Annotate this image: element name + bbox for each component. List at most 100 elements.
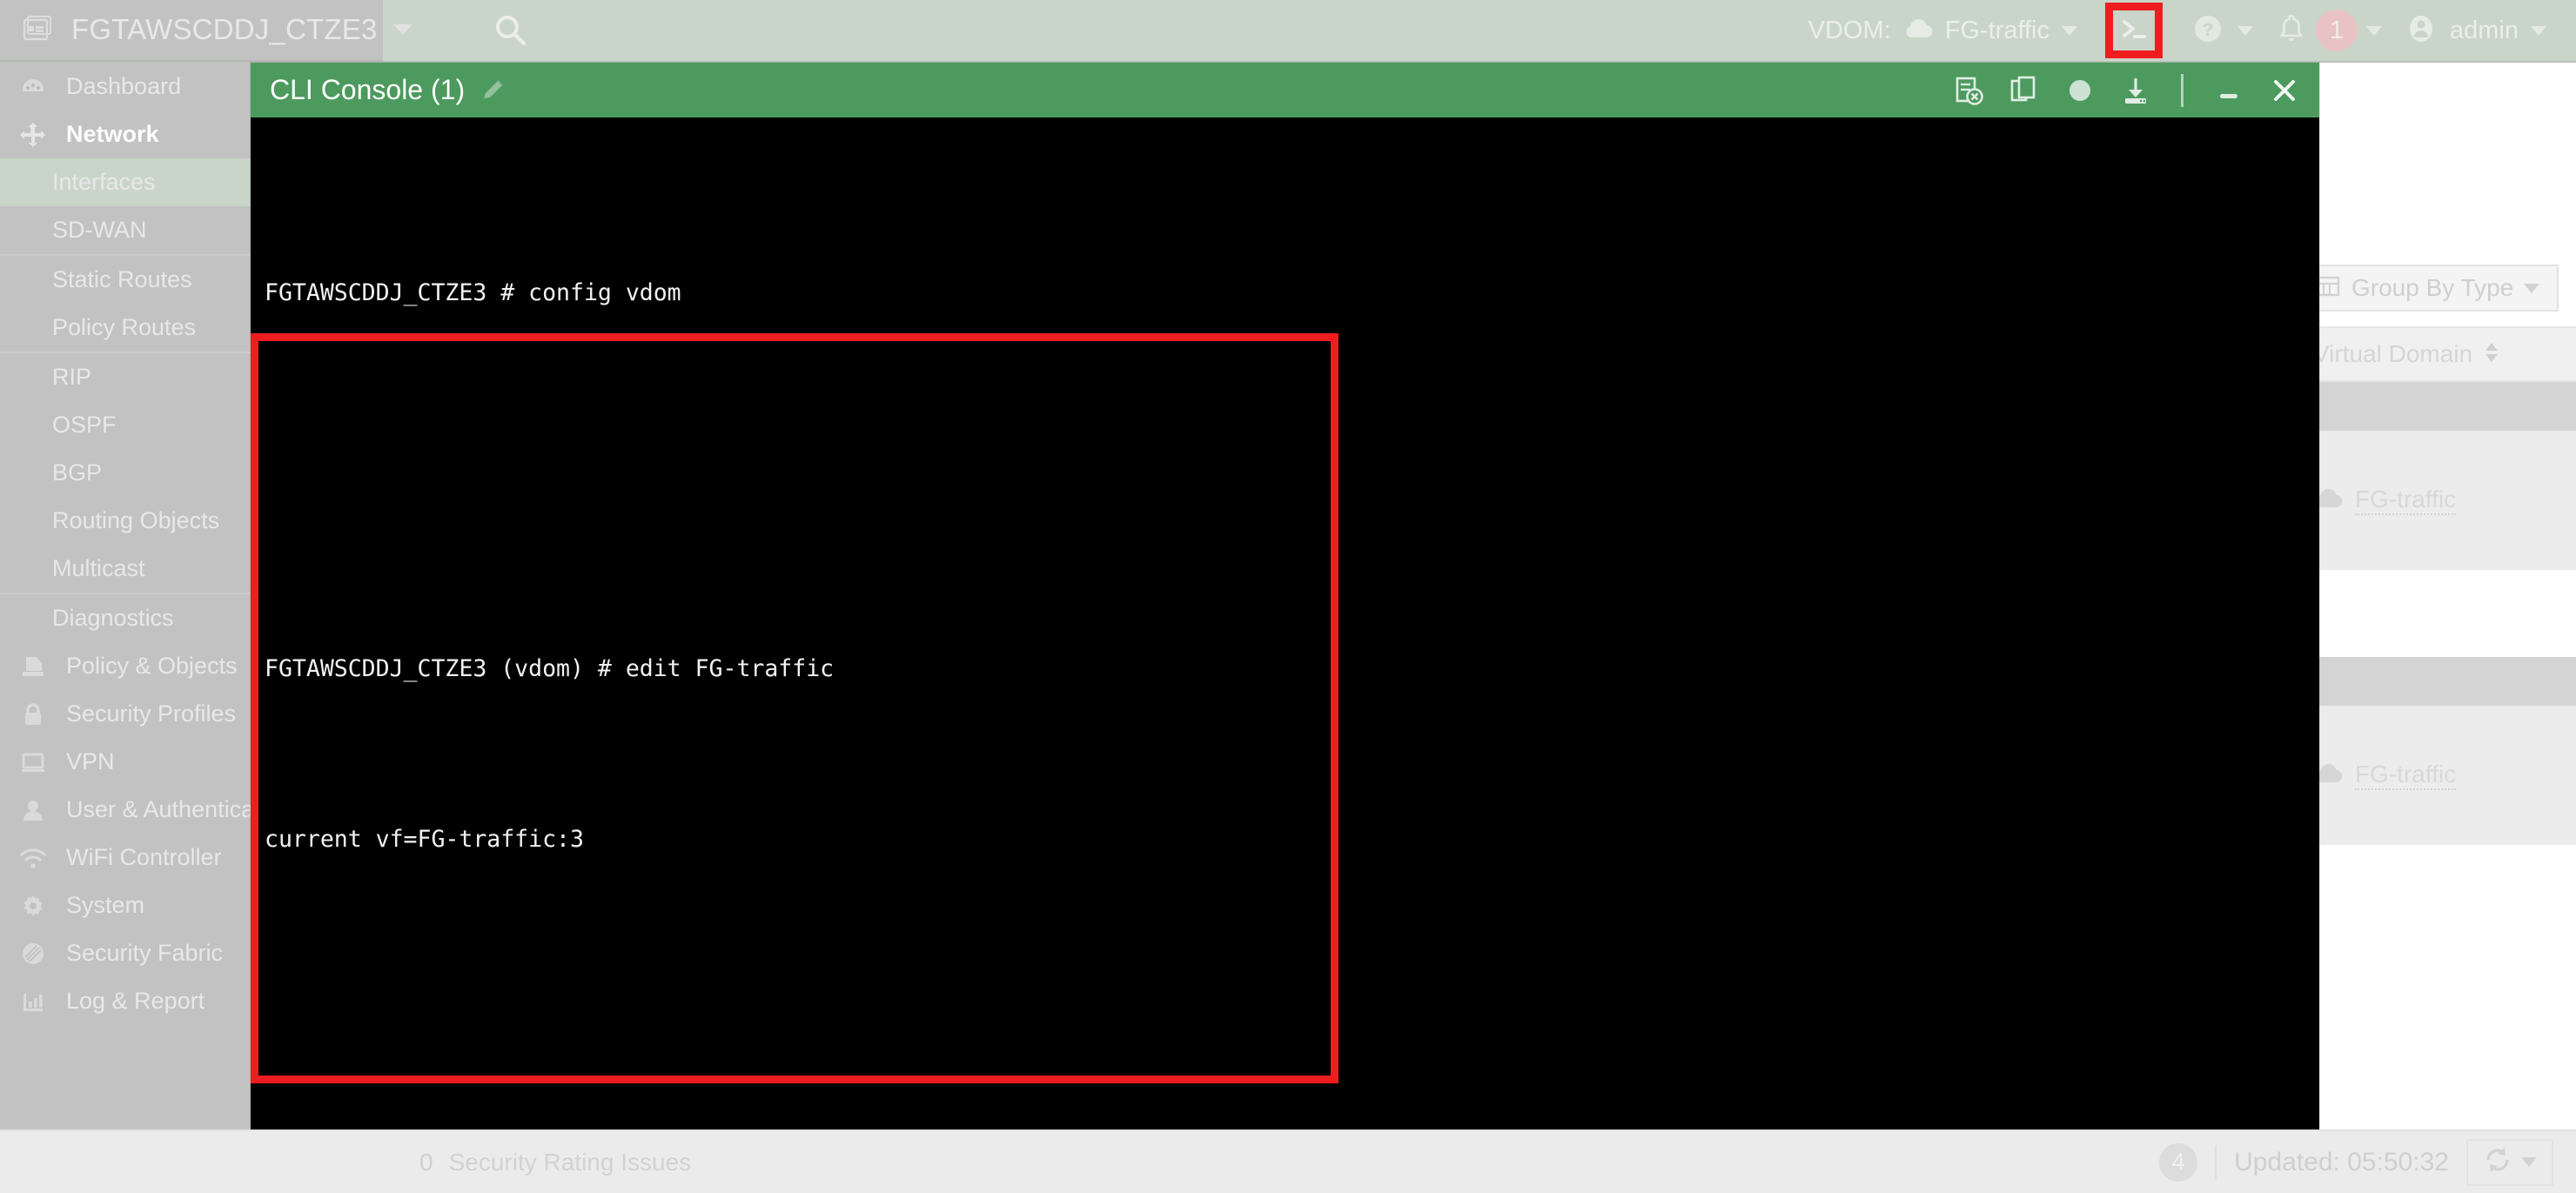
security-rating-status[interactable]: 0 Security Rating Issues xyxy=(393,1149,691,1176)
cli-console-header: CLI Console (1) xyxy=(251,63,2319,117)
cli-console-panel: CLI Console (1) FGTAWSCDDJ_CTZE3 # confi… xyxy=(251,63,2319,1129)
minimize-icon[interactable] xyxy=(2213,75,2244,106)
sidebar-item-multicast[interactable]: Multicast xyxy=(0,545,251,593)
sidebar-item-policy-and-objects[interactable]: Policy & Objects xyxy=(0,642,251,690)
help-chevron-down-icon[interactable] xyxy=(2237,25,2253,36)
sidebar-label: Policy & Objects xyxy=(66,653,238,679)
table-group-row xyxy=(2298,657,2576,706)
sidebar-item-routing-objects[interactable]: Routing Objects xyxy=(0,497,251,545)
admin-chevron-down-icon[interactable] xyxy=(2531,25,2546,36)
terminal-line: FGTAWSCDDJ_CTZE3 (vdom) # edit FG-traffi… xyxy=(265,655,835,682)
sidebar-item-security-profiles[interactable]: Security Profiles xyxy=(0,690,251,738)
group-by-type-dropdown[interactable]: Group By Type xyxy=(2298,265,2559,312)
sidebar-label: OSPF xyxy=(52,412,117,438)
copy-icon[interactable] xyxy=(2009,75,2040,106)
svg-text:?: ? xyxy=(2203,20,2214,40)
search-icon[interactable] xyxy=(493,13,527,48)
status-divider xyxy=(2215,1144,2217,1180)
sidebar-label: RIP xyxy=(52,364,92,390)
sidebar-item-static-routes[interactable]: Static Routes xyxy=(0,256,251,304)
notifications-chevron-down-icon[interactable] xyxy=(2366,25,2382,36)
notification-count-badge: 1 xyxy=(2316,10,2358,51)
device-stack-icon xyxy=(23,15,56,44)
topbar-right-tools: VDOM: FG-traffic ? 1 admin xyxy=(1808,0,2576,62)
terminal-line: FGTAWSCDDJ_CTZE3 # config vdom xyxy=(265,279,681,306)
sidebar-item-ospf[interactable]: OSPF xyxy=(0,401,251,449)
bell-icon xyxy=(2276,11,2307,50)
wifi-icon xyxy=(14,844,52,872)
sidebar-label: Network xyxy=(66,121,159,147)
sidebar-label: System xyxy=(66,892,145,918)
table-cell-virtual-domain: FG-traffic xyxy=(2355,761,2457,790)
bar-chart-icon xyxy=(14,988,52,1015)
table-cell-virtual-domain: FG-traffic xyxy=(2355,486,2457,515)
sidebar-item-interfaces[interactable]: Interfaces xyxy=(0,158,251,206)
sidebar-label: Interfaces xyxy=(52,169,156,195)
sidebar-item-sd-wan[interactable]: SD-WAN xyxy=(0,206,251,254)
terminal-line: current vf=FG-traffic:3 xyxy=(265,826,584,853)
vdom-selector[interactable]: VDOM: FG-traffic xyxy=(1808,17,2077,45)
lock-icon xyxy=(14,700,52,728)
sidebar-label: BGP xyxy=(52,459,103,486)
download-icon[interactable] xyxy=(2120,75,2151,106)
notifications-menu[interactable]: 1 xyxy=(2276,10,2382,51)
refresh-button[interactable] xyxy=(2466,1138,2553,1186)
sidebar-item-wifi-controller[interactable]: WiFi Controller xyxy=(0,834,251,881)
sidebar-item-diagnostics[interactable]: Diagnostics xyxy=(0,594,251,642)
refresh-chevron-down-icon[interactable] xyxy=(2521,1157,2537,1167)
last-updated-label: Updated: 05:50:32 xyxy=(2234,1147,2449,1176)
security-issue-count: 0 xyxy=(419,1148,433,1176)
table-column-header: Virtual Domain xyxy=(2298,326,2576,382)
cli-console-actions xyxy=(1953,73,2300,107)
sidebar-item-dashboard[interactable]: Dashboard xyxy=(0,63,251,111)
record-icon[interactable] xyxy=(2064,75,2096,106)
sidebar-item-network[interactable]: Network xyxy=(0,111,251,158)
group-by-type-label: Group By Type xyxy=(2351,274,2514,301)
cli-console-terminal[interactable]: FGTAWSCDDJ_CTZE3 # config vdom FGTAWSCDD… xyxy=(251,117,2319,1129)
sidebar-item-vpn[interactable]: VPN xyxy=(0,738,251,786)
sidebar-label: Security Profiles xyxy=(66,700,237,727)
device-selector[interactable]: FGTAWSCDDJ_CTZE3 xyxy=(0,0,413,62)
left-sidebar-navigation: Dashboard Network Interfaces SD-WAN Stat… xyxy=(0,63,251,1129)
sidebar-label: Dashboard xyxy=(66,73,182,99)
admin-menu[interactable]: admin xyxy=(2405,11,2546,50)
monitor-icon xyxy=(14,748,52,776)
pencil-edit-icon[interactable] xyxy=(479,76,508,105)
group-by-chevron-down-icon[interactable] xyxy=(2524,283,2540,293)
sort-updown-icon[interactable] xyxy=(2483,340,2500,369)
close-icon[interactable] xyxy=(2269,75,2300,106)
sidebar-item-policy-routes[interactable]: Policy Routes xyxy=(0,304,251,352)
clear-console-icon[interactable] xyxy=(1953,75,1984,106)
top-navigation-bar: FGTAWSCDDJ_CTZE3 VDOM: FG-traffic ? 1 ad… xyxy=(0,0,2576,63)
help-menu[interactable]: ? xyxy=(2190,11,2253,50)
fabric-circle-icon xyxy=(14,940,52,968)
sidebar-item-system[interactable]: System xyxy=(0,881,251,929)
cli-console-prompt-icon xyxy=(2119,16,2149,46)
sidebar-item-log-and-report[interactable]: Log & Report xyxy=(0,977,251,1025)
sidebar-item-bgp[interactable]: BGP xyxy=(0,449,251,497)
topbar-left-tools xyxy=(383,0,527,62)
cli-console-launch-button[interactable] xyxy=(2105,3,2163,58)
hamburger-menu-icon[interactable] xyxy=(418,17,453,44)
bottom-status-bar: 0 Security Rating Issues 4 Updated: 05:5… xyxy=(0,1129,2576,1193)
sidebar-item-rip[interactable]: RIP xyxy=(0,353,251,401)
sidebar-item-security-fabric[interactable]: Security Fabric xyxy=(0,929,251,977)
refresh-icon xyxy=(2483,1145,2512,1179)
fortigate-app-window: FGTAWSCDDJ_CTZE3 VDOM: FG-traffic ? 1 ad… xyxy=(0,0,2576,1193)
vdom-chevron-down-icon[interactable] xyxy=(2062,25,2077,36)
table-row[interactable]: FG-traffic xyxy=(2298,431,2576,570)
device-name-label: FGTAWSCDDJ_CTZE3 xyxy=(71,13,378,45)
policy-document-icon xyxy=(14,653,52,680)
sidebar-label: Policy Routes xyxy=(52,314,197,340)
table-row[interactable]: FG-traffic xyxy=(2298,706,2576,845)
gear-icon xyxy=(14,892,52,920)
sidebar-item-user-and-authentication[interactable]: User & Authentication xyxy=(0,786,251,834)
sidebar-label: Diagnostics xyxy=(52,605,174,631)
vdom-label: VDOM: xyxy=(1808,16,1891,44)
sidebar-label: VPN xyxy=(66,748,115,774)
status-count-badge: 4 xyxy=(2159,1143,2198,1182)
vdom-value-label: FG-traffic xyxy=(1944,16,2049,44)
cloud-icon xyxy=(1903,17,1933,44)
sidebar-label: Security Fabric xyxy=(66,940,224,966)
